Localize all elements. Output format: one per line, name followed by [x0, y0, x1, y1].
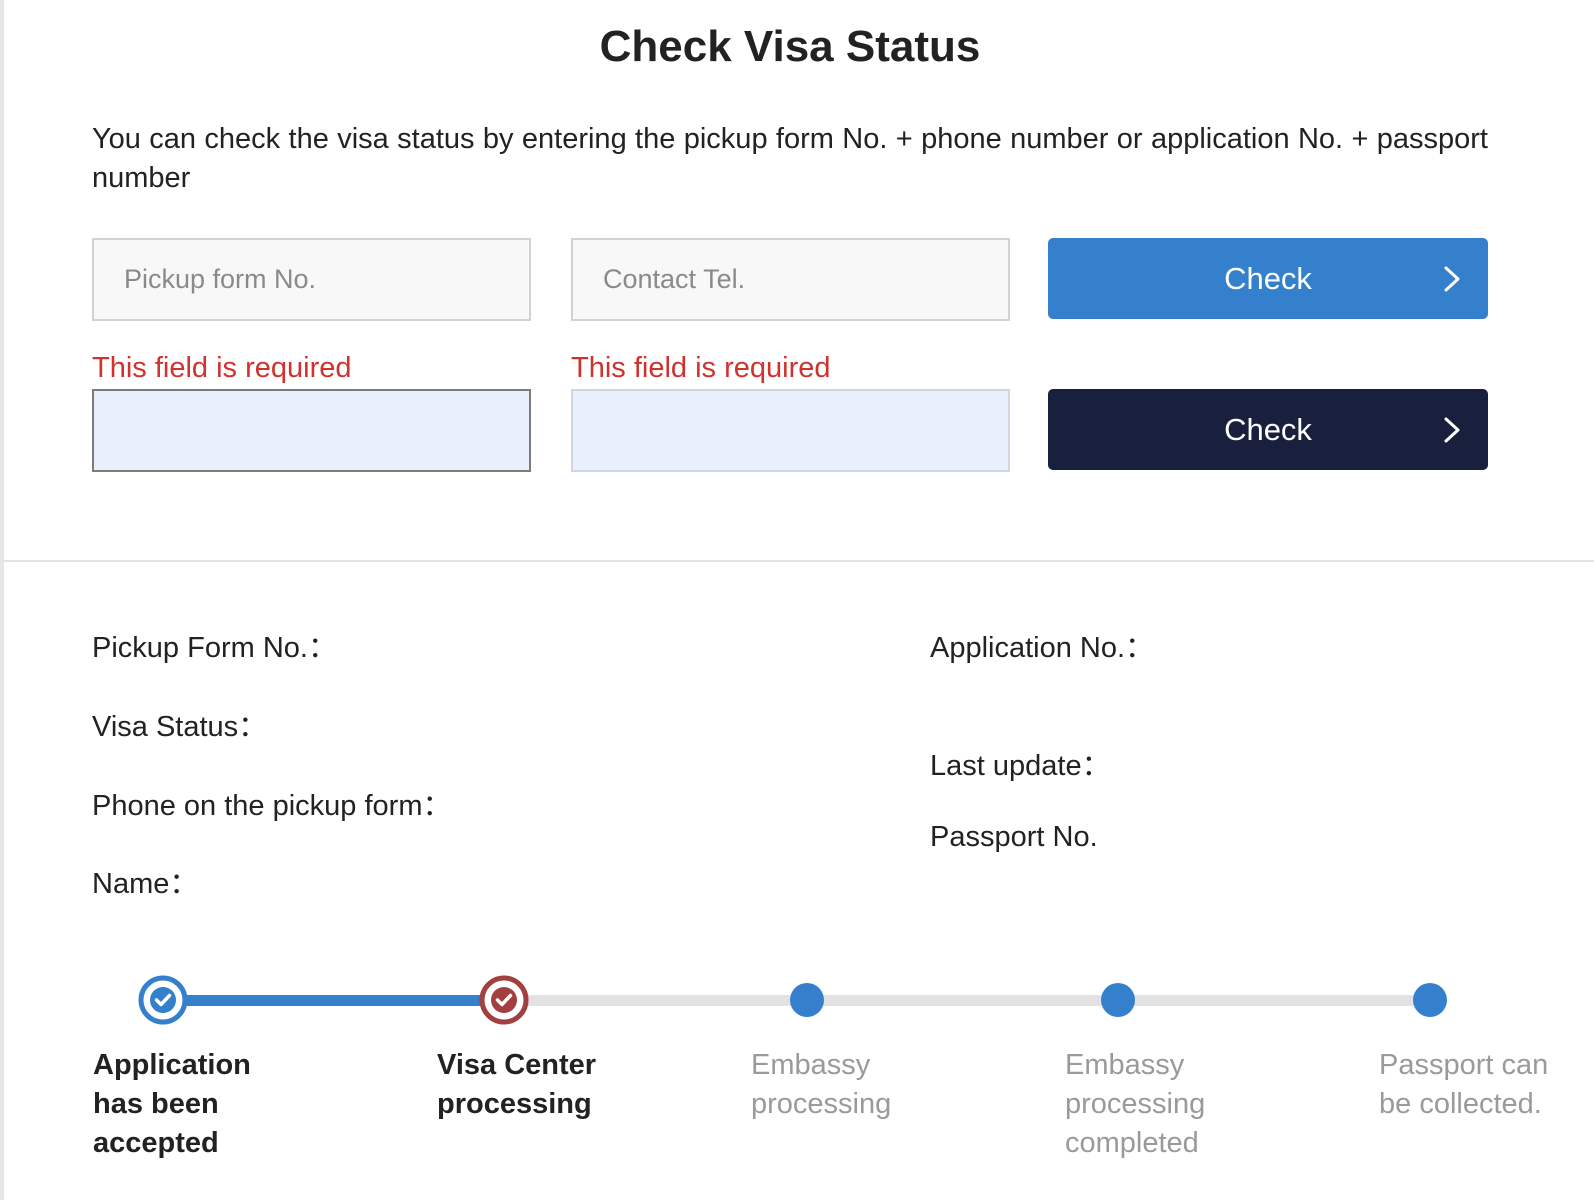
- contact-tel-input[interactable]: [571, 238, 1010, 321]
- step-label-accepted: Application has been accepted: [93, 1049, 251, 1159]
- chevron-right-icon: [1444, 417, 1460, 443]
- check-circle-icon: [138, 975, 188, 1025]
- progress-track-completed: [162, 995, 504, 1006]
- check-application-button[interactable]: Check: [1048, 389, 1488, 470]
- check-button[interactable]: Check: [1048, 238, 1488, 319]
- passport-no-label: Passport No.: [930, 821, 1098, 853]
- check-button-label: Check: [1224, 261, 1312, 296]
- check-application-button-label: Check: [1224, 412, 1312, 447]
- application-no-label: Application No.：: [930, 632, 1155, 664]
- step-label-embassy-completed: Embassy processing completed: [1065, 1049, 1206, 1159]
- phone-on-form-label: Phone on the pickup form：: [92, 790, 452, 822]
- pickup-form-no-label: Pickup Form No.：: [92, 632, 337, 664]
- page-title: Check Visa Status: [599, 22, 981, 71]
- step-label-embassy-processing: Embassy processing: [751, 1049, 892, 1120]
- passport-no-input[interactable]: [571, 389, 1010, 472]
- step-label-visa-center: Visa Center processing: [437, 1049, 597, 1120]
- page-left-border: [0, 0, 4, 1200]
- section-divider: [4, 560, 1594, 562]
- progress-track-remaining: [504, 995, 1430, 1006]
- pickup-error-message: This field is required: [92, 352, 352, 384]
- check-circle-icon: [479, 975, 529, 1025]
- dot-icon: [1413, 983, 1447, 1017]
- dot-icon: [1101, 983, 1135, 1017]
- intro-text: You can check the visa status by enterin…: [92, 123, 1488, 194]
- step-label-passport-collected: Passport can be collected.: [1379, 1049, 1549, 1120]
- last-update-label: Last update：: [930, 750, 1111, 782]
- visa-status-label: Visa Status：: [92, 711, 268, 743]
- chevron-right-icon: [1444, 266, 1460, 292]
- pickup-form-input[interactable]: [92, 238, 531, 321]
- dot-icon: [790, 983, 824, 1017]
- name-label: Name：: [92, 868, 199, 900]
- tel-error-message: This field is required: [571, 352, 831, 384]
- application-no-input[interactable]: [92, 389, 531, 472]
